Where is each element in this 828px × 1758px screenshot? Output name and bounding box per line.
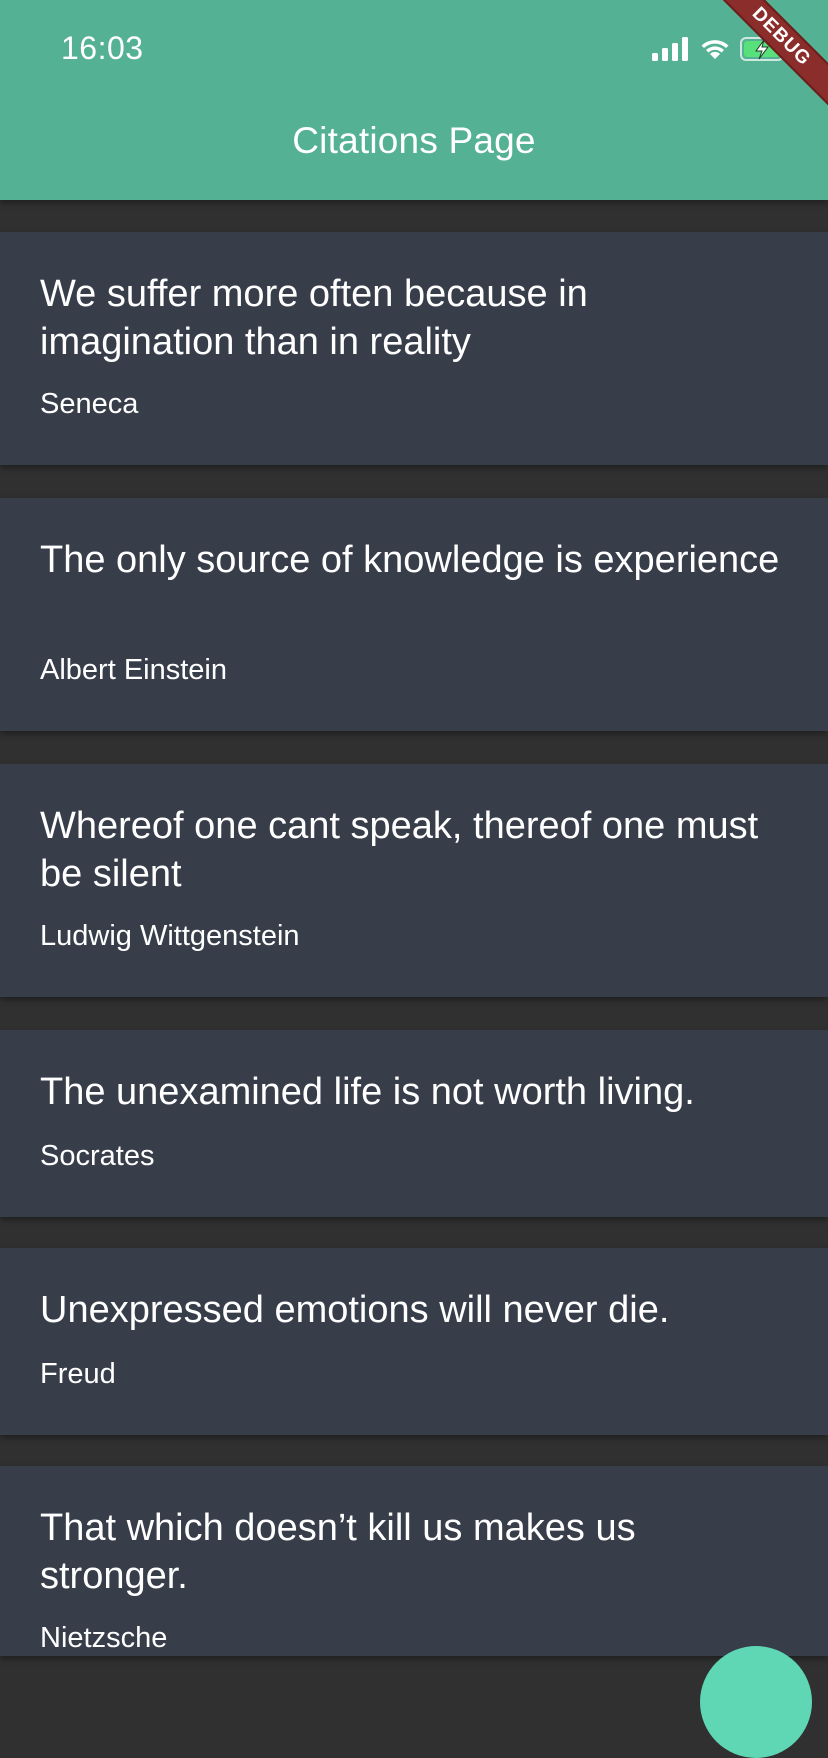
citation-author: Albert Einstein bbox=[40, 654, 227, 686]
app-bar: 16:03 Citations Page bbox=[0, 0, 828, 200]
citation-card[interactable]: That which doesn’t kill us makes us stro… bbox=[0, 1466, 828, 1656]
citation-quote: Whereof one cant speak, thereof one must… bbox=[40, 805, 759, 895]
citation-author: Ludwig Wittgenstein bbox=[40, 920, 300, 952]
citation-author: Seneca bbox=[40, 388, 139, 420]
citation-card[interactable]: We suffer more often because in imaginat… bbox=[0, 232, 828, 465]
citation-quote: The unexamined life is not worth living. bbox=[40, 1071, 695, 1113]
citation-card[interactable]: Whereof one cant speak, thereof one must… bbox=[0, 764, 828, 997]
wifi-icon bbox=[700, 37, 730, 61]
citation-quote: We suffer more often because in imaginat… bbox=[40, 273, 588, 363]
citation-author: Freud bbox=[40, 1358, 116, 1390]
citation-card[interactable]: The unexamined life is not worth living.… bbox=[0, 1030, 828, 1217]
citation-card[interactable]: The only source of knowledge is experien… bbox=[0, 498, 828, 731]
citation-author: Socrates bbox=[40, 1140, 155, 1172]
status-time: 16:03 bbox=[61, 30, 144, 66]
cellular-signal-icon bbox=[652, 37, 690, 61]
citation-quote: Unexpressed emotions will never die. bbox=[40, 1289, 670, 1331]
citation-quote: The only source of knowledge is experien… bbox=[40, 539, 780, 581]
citation-quote: That which doesn’t kill us makes us stro… bbox=[40, 1507, 636, 1597]
page-title: Citations Page bbox=[292, 120, 536, 161]
floating-action-button[interactable] bbox=[700, 1646, 812, 1758]
citation-card[interactable]: Unexpressed emotions will never die. Fre… bbox=[0, 1248, 828, 1435]
citation-author: Nietzsche bbox=[40, 1622, 168, 1654]
